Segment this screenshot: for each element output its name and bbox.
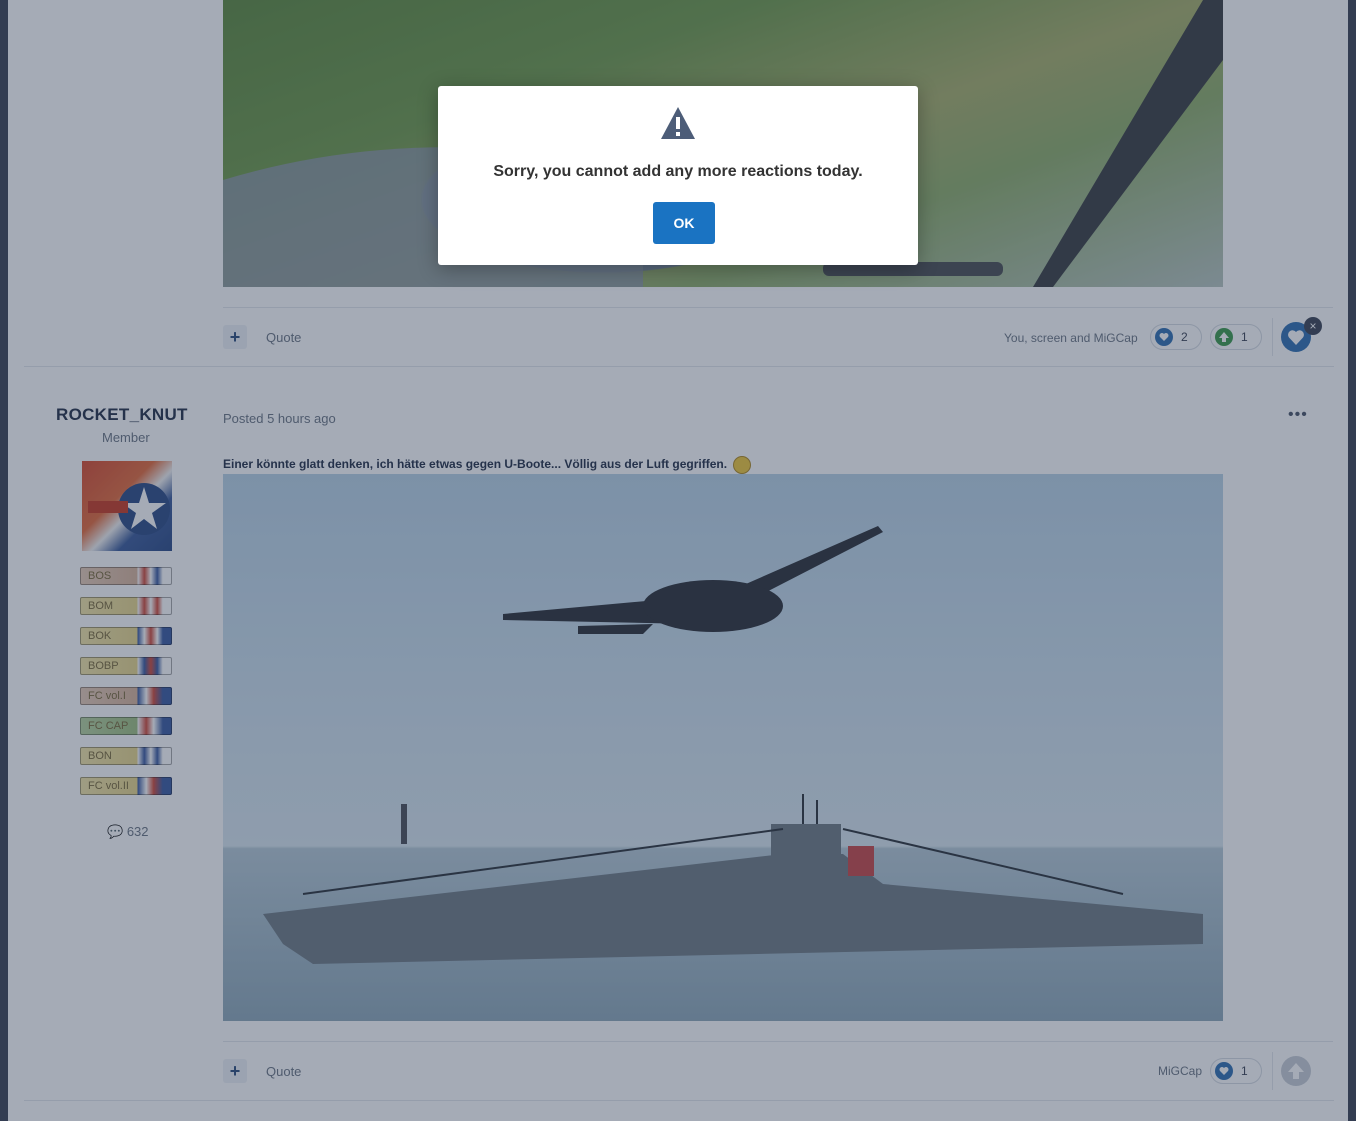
- warning-icon: [661, 107, 695, 139]
- alert-message: Sorry, you cannot add any more reactions…: [493, 163, 863, 180]
- alert-dialog: Sorry, you cannot add any more reactions…: [438, 86, 918, 265]
- ok-button[interactable]: OK: [653, 202, 715, 244]
